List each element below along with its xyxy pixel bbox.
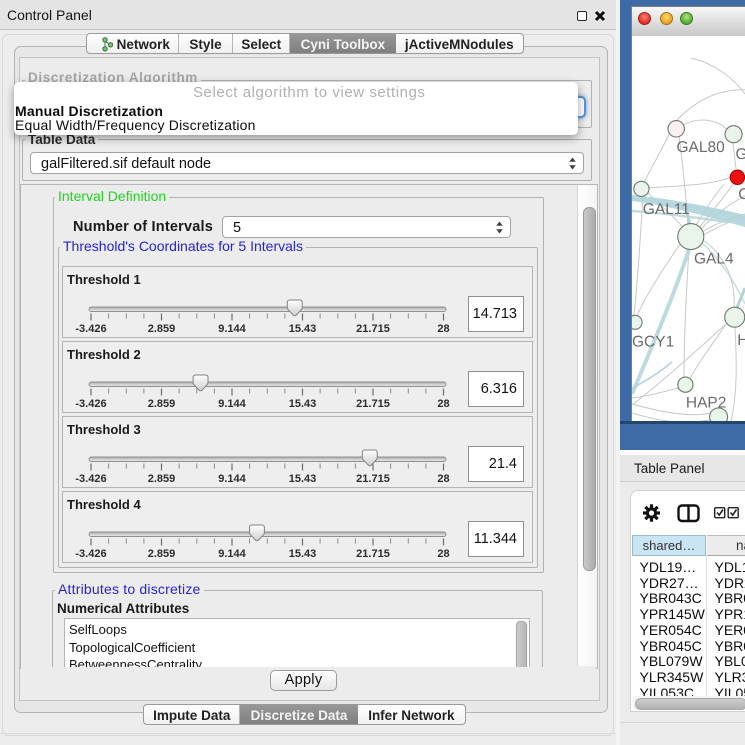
svg-text:9.144: 9.144 [218, 473, 246, 485]
svg-text:-3.426: -3.426 [75, 323, 106, 335]
svg-text:2.859: 2.859 [148, 398, 176, 410]
svg-text:HAP2: HAP2 [686, 395, 727, 412]
svg-text:9.144: 9.144 [218, 548, 246, 560]
svg-text:9.144: 9.144 [218, 398, 246, 410]
svg-text:21.715: 21.715 [356, 548, 390, 560]
svg-text:2.859: 2.859 [148, 473, 176, 485]
svg-text:21.715: 21.715 [356, 398, 390, 410]
svg-text:GCY1: GCY1 [632, 334, 674, 351]
svg-text:28: 28 [437, 473, 449, 485]
svg-text:2.859: 2.859 [148, 548, 176, 560]
svg-text:GAL80: GAL80 [677, 139, 726, 156]
svg-text:GAL11: GAL11 [643, 201, 690, 218]
svg-text:15.43: 15.43 [289, 323, 317, 335]
svg-text:C: C [738, 186, 745, 203]
svg-text:28: 28 [437, 398, 449, 410]
svg-text:15.43: 15.43 [289, 548, 317, 560]
svg-text:28: 28 [437, 323, 449, 335]
svg-text:GAL4: GAL4 [694, 251, 734, 268]
svg-text:2.859: 2.859 [148, 323, 176, 335]
svg-text:-3.426: -3.426 [75, 548, 106, 560]
svg-text:9.144: 9.144 [218, 323, 246, 335]
svg-text:H: H [737, 332, 745, 349]
svg-text:28: 28 [437, 548, 449, 560]
svg-text:15.43: 15.43 [289, 398, 317, 410]
svg-text:21.715: 21.715 [356, 473, 390, 485]
svg-text:-3.426: -3.426 [75, 473, 106, 485]
svg-text:GA: GA [736, 146, 745, 163]
svg-text:-3.426: -3.426 [75, 398, 106, 410]
svg-text:21.715: 21.715 [356, 323, 390, 335]
svg-text:15.43: 15.43 [289, 473, 317, 485]
